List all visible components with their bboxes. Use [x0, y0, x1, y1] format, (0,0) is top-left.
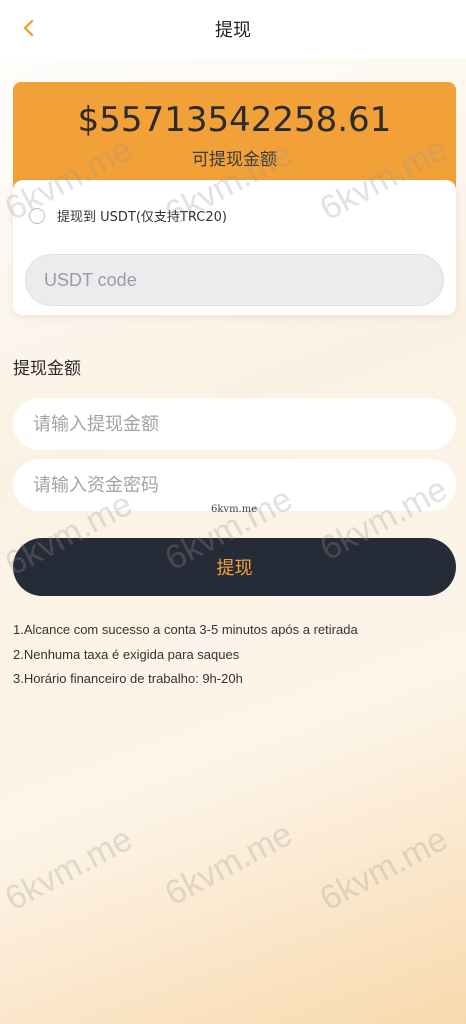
withdraw-button[interactable]: 提现	[13, 538, 456, 596]
watermark: 6kvm.me	[158, 814, 299, 914]
page-title: 提现	[215, 20, 251, 41]
usdt-option[interactable]: 提现到 USDT(仅支持TRC20)	[29, 206, 227, 225]
chevron-left-icon	[23, 19, 34, 37]
usdt-option-label: 提现到 USDT(仅支持TRC20)	[57, 210, 227, 225]
note-item: 3.Horário financeiro de trabalho: 9h-20h	[13, 671, 243, 686]
note-item: 1.Alcance com sucesso a conta 3-5 minuto…	[13, 622, 358, 637]
withdraw-amount-label: 提现金额	[13, 359, 81, 379]
back-button[interactable]	[14, 13, 44, 43]
usdt-card: 提现到 USDT(仅支持TRC20)	[13, 180, 456, 315]
watermark: 6kvm.me	[313, 819, 454, 919]
top-bar: 提现	[0, 0, 466, 58]
withdraw-notes: 1.Alcance com sucesso a conta 3-5 minuto…	[13, 618, 358, 692]
usdt-radio[interactable]	[29, 207, 45, 224]
watermark-small: 6kvm.me	[211, 504, 258, 515]
amount-input[interactable]	[13, 398, 456, 450]
watermark: 6kvm.me	[0, 819, 139, 919]
usdt-code-input[interactable]	[25, 254, 444, 306]
note-item: 2.Nenhuma taxa é exigida para saques	[13, 646, 240, 662]
balance-amount: $55713542258.61	[77, 100, 392, 140]
balance-label: 可提现金额	[192, 150, 277, 170]
